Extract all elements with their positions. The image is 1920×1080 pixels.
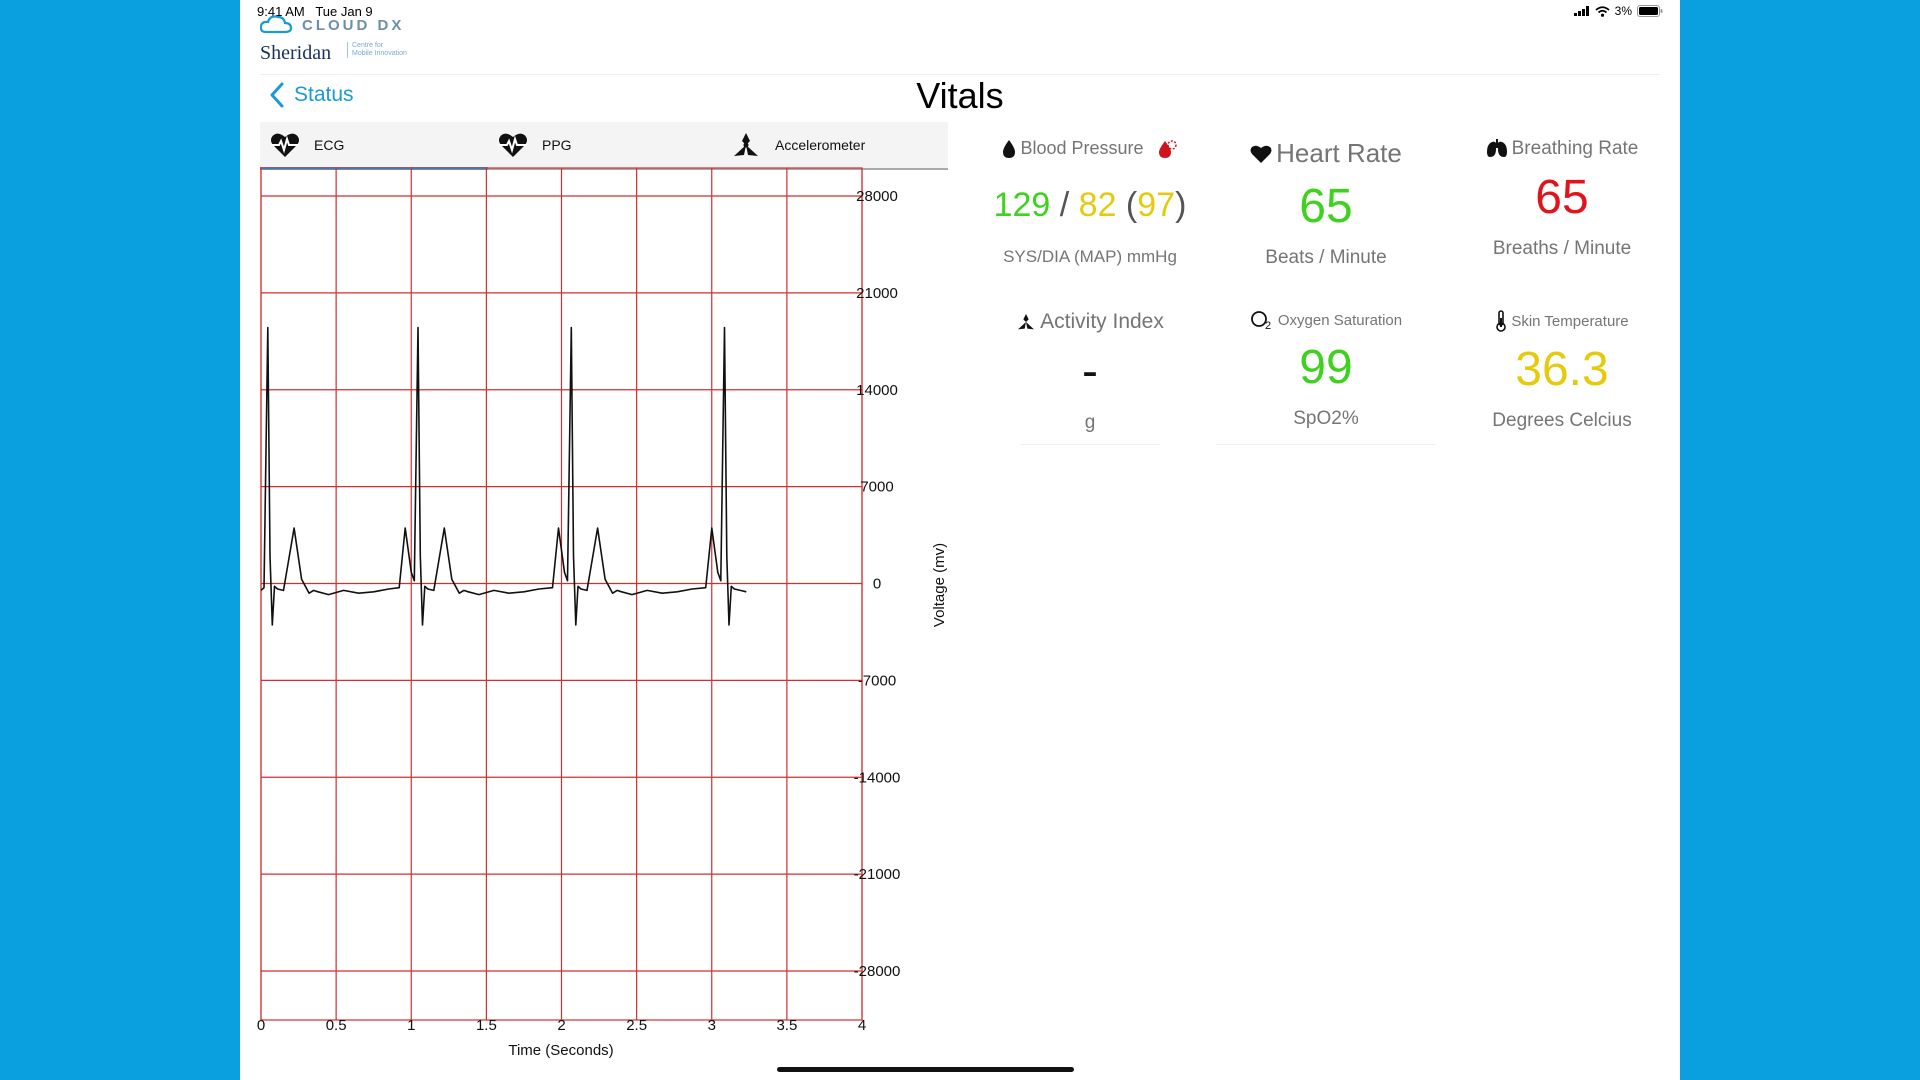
blood-pressure-status-icon — [1158, 139, 1177, 158]
thermometer-icon — [1496, 310, 1507, 332]
app-screen: 9:41 AM Tue Jan 9 3% CLOUD DX Sheridan C… — [240, 0, 1680, 1080]
wifi-icon — [1595, 5, 1610, 17]
oxygen-saturation-title: Oxygen Saturation — [1277, 311, 1403, 329]
chart-y-tick-label: 28000 — [856, 188, 898, 205]
blood-pressure-card[interactable]: Blood Pressure 129 / 82 (97) SYS/DIA (MA… — [980, 138, 1200, 267]
chart-x-tick-label: 1 — [407, 1017, 415, 1034]
blood-pressure-unit: SYS/DIA (MAP) mmHg — [1003, 247, 1177, 266]
chart-y-axis-label: Voltage (mv) — [931, 543, 948, 627]
chart-x-tick-label: 0.5 — [326, 1017, 347, 1034]
heart-rate-unit: Beats / Minute — [1265, 247, 1387, 268]
oxygen-icon: 2 — [1250, 311, 1271, 330]
breathing-rate-card[interactable]: Breathing Rate 65 Breaths / Minute — [1452, 138, 1672, 260]
activity-index-title-row: Activity Index — [980, 310, 1200, 334]
activity-index-card[interactable]: Activity Index - g — [980, 310, 1200, 434]
breathing-rate-unit: Breaths / Minute — [1492, 238, 1632, 259]
bp-sys: 129 — [993, 186, 1051, 224]
tab-ppg-label: PPG — [542, 137, 572, 153]
blood-drop-icon — [1003, 139, 1016, 158]
activity-underline — [1020, 444, 1160, 445]
status-indicators: 3% — [1573, 4, 1663, 18]
blood-pressure-title: Blood Pressure — [1020, 138, 1144, 158]
bp-sep: / — [1050, 186, 1079, 224]
breathing-rate-title: Breathing Rate — [1511, 138, 1639, 159]
blood-pressure-title-row: Blood Pressure — [980, 138, 1200, 159]
chart-x-tick-label: 2 — [557, 1017, 565, 1034]
chart-x-tick-label: 3.5 — [776, 1017, 797, 1034]
oxygen-saturation-unit: SpO2% — [1293, 408, 1359, 429]
chart-y-tick-label: -14000 — [854, 769, 901, 786]
oxygen-saturation-card[interactable]: 2 Oxygen Saturation 99 SpO2% — [1216, 310, 1436, 430]
bp-map-open: ( — [1116, 186, 1138, 224]
tab-ecg-label: ECG — [314, 137, 345, 153]
chart-y-tick-label: 0 — [873, 576, 881, 593]
chart-x-tick-label: 3 — [708, 1017, 716, 1034]
activity-index-title: Activity Index — [1040, 310, 1164, 333]
accelerometer-icon — [1018, 314, 1035, 330]
activity-index-value: - — [1082, 345, 1098, 398]
heart-rate-title-row: Heart Rate — [1216, 138, 1436, 169]
chart-y-tick-label: -7000 — [858, 672, 896, 689]
accelerometer-icon — [734, 133, 758, 156]
lungs-icon — [1486, 139, 1507, 157]
heart-pulse-icon — [499, 133, 527, 157]
sheridan-sub-line2: Mobile Innovation — [352, 50, 407, 57]
chart-x-tick-label: 4 — [858, 1017, 866, 1034]
home-indicator — [777, 1067, 1074, 1072]
chart-y-tick-label: -28000 — [854, 963, 901, 980]
skin-temperature-value: 36.3 — [1515, 343, 1609, 396]
ecg-series-line — [260, 326, 747, 626]
chart-grid — [260, 167, 863, 1021]
svg-text:2: 2 — [1265, 320, 1271, 330]
sheridan-logo-subtitle: Centre for Mobile Innovation — [347, 42, 407, 58]
oxygen-saturation-value: 99 — [1299, 341, 1353, 394]
vitals-panel: Blood Pressure 129 / 82 (97) SYS/DIA (MA… — [980, 130, 1640, 460]
status-bar: 9:41 AM Tue Jan 9 3% — [257, 4, 1663, 22]
signal-icon — [1573, 6, 1589, 16]
page-title: Vitals — [916, 75, 1004, 116]
ecg-chart: 28000 21000 14000 7000 0 -7000 -14000 -21000 -28… — [257, 167, 948, 1059]
oxygen-underline — [1216, 444, 1436, 445]
chart-x-axis-label: Time (Seconds) — [508, 1042, 613, 1059]
bp-dia: 82 — [1078, 186, 1117, 224]
tab-accelerometer-label: Accelerometer — [775, 137, 866, 153]
sheridan-logo: Sheridan — [260, 42, 332, 64]
chart-y-tick-label: 14000 — [856, 382, 898, 399]
sheridan-sub-line1: Centre for — [352, 42, 384, 49]
oxygen-saturation-title-row: 2 Oxygen Saturation — [1216, 310, 1436, 330]
activity-index-unit: g — [1084, 412, 1096, 433]
battery-icon — [1637, 5, 1663, 17]
bp-map-close: ) — [1175, 186, 1187, 224]
heart-rate-card[interactable]: Heart Rate 65 Beats / Minute — [1216, 138, 1436, 269]
breathing-rate-value: 65 — [1535, 171, 1589, 224]
bp-map: 97 — [1137, 186, 1176, 224]
heart-pulse-icon — [271, 133, 299, 157]
chart-x-tick-label: 0 — [257, 1017, 265, 1034]
skin-temperature-card[interactable]: Skin Temperature 36.3 Degrees Celcius — [1452, 310, 1672, 432]
skin-temperature-title-row: Skin Temperature — [1452, 310, 1672, 332]
heart-icon — [1250, 145, 1272, 163]
breathing-rate-title-row: Breathing Rate — [1452, 138, 1672, 160]
cloud-dx-logo-text: CLOUD DX — [302, 17, 405, 34]
chart-x-tick-label: 2.5 — [626, 1017, 647, 1034]
chart-y-tick-label: 21000 — [856, 285, 898, 302]
skin-temperature-title: Skin Temperature — [1511, 312, 1629, 330]
blood-pressure-value: 129 / 82 (97) — [980, 181, 1200, 229]
chart-y-tick-label: 7000 — [860, 479, 893, 496]
battery-percent: 3% — [1614, 4, 1632, 18]
chart-series — [260, 326, 747, 626]
heart-rate-title: Heart Rate — [1276, 138, 1402, 168]
skin-temperature-unit: Degrees Celcius — [1492, 410, 1632, 431]
heart-rate-value: 65 — [1299, 180, 1353, 233]
chart-x-tick-label: 1.5 — [476, 1017, 497, 1034]
chart-y-tick-label: -21000 — [854, 866, 901, 883]
